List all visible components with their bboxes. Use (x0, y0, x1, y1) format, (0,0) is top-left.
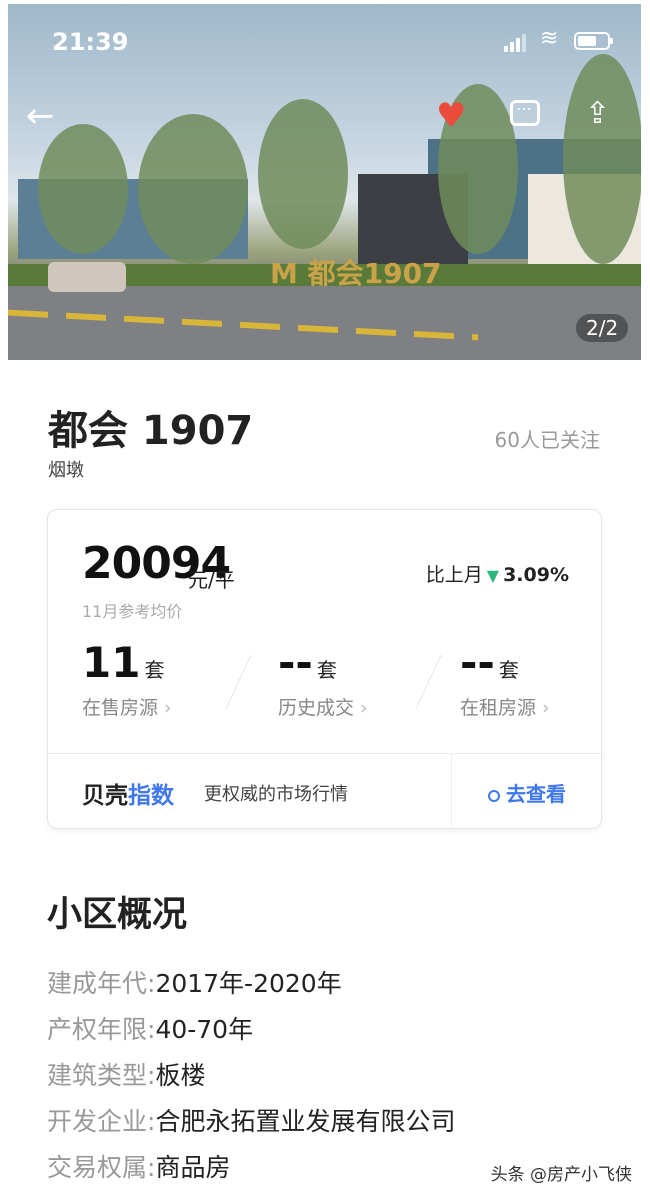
chevron-right-icon: › (360, 697, 368, 719)
followers-count: 60人已关注 (494, 428, 600, 452)
watermark: 头条 @房产小飞侠 (490, 1165, 632, 1185)
project-sign: M 都会1907 (270, 257, 442, 290)
overview-key: 建筑类型: (47, 1061, 156, 1090)
heart-icon[interactable]: ♥ (436, 96, 466, 136)
overview-key: 建成年代: (47, 969, 156, 998)
stat-history[interactable]: -- 套 历史成交 › (278, 638, 438, 720)
stat-for-rent[interactable]: -- 套 在租房源 › (460, 638, 620, 720)
overview-row: 产权年限:40-70年 (47, 1010, 253, 1046)
price-card: 20094 元/平 11月参考均价 比上月 ▼ 3.09% 11 套 在售房源 › --… (47, 509, 602, 829)
wifi-icon: ≋ (540, 26, 559, 51)
index-brand-a: 贝壳 (82, 783, 128, 809)
stat-value: 11 (82, 638, 141, 687)
car (48, 262, 126, 292)
index-brand-b: 指数 (128, 783, 174, 809)
overview-row: 开发企业:合肥永拓置业发展有限公司 (47, 1102, 455, 1138)
stat-label: 历史成交 (278, 697, 355, 719)
stat-label: 在租房源 (460, 697, 537, 719)
circle-icon (488, 789, 500, 802)
battery-icon (574, 32, 613, 50)
price-unit: 元/平 (188, 568, 235, 592)
price-caption: 11月参考均价 (82, 602, 183, 621)
tree (38, 124, 128, 254)
tree (563, 54, 641, 264)
community-name: 都会 1907 (48, 408, 254, 454)
hero-photo[interactable]: M 都会1907 2/2 (8, 4, 641, 360)
community-area: 烟墩 (48, 460, 84, 481)
comment-icon[interactable] (510, 95, 540, 126)
overview-value: 2017年-2020年 (155, 969, 342, 998)
tree (258, 99, 348, 249)
mom-value: 3.09% (503, 564, 569, 586)
share-icon[interactable]: ⇪ (585, 96, 610, 131)
overview-row: 交易权属:商品房 (47, 1148, 230, 1184)
stat-value: -- (278, 638, 313, 687)
overview-value: 板楼 (155, 1061, 206, 1090)
overview-row: 建成年代:2017年-2020年 (47, 964, 342, 1000)
month-over-month: 比上月 ▼ 3.09% (426, 560, 569, 587)
stat-unit: 套 (144, 658, 165, 682)
back-arrow-icon[interactable]: ← (26, 96, 55, 136)
signal-icon (504, 30, 530, 52)
stat-unit: 套 (498, 658, 519, 682)
overview-key: 开发企业: (47, 1107, 156, 1136)
down-triangle-icon: ▼ (486, 566, 500, 585)
chevron-right-icon: › (164, 697, 172, 719)
stat-label: 在售房源 (82, 697, 159, 719)
overview-value: 商品房 (155, 1153, 231, 1182)
beike-index-logo: 贝壳指数 (82, 776, 174, 810)
overview-value: 合肥永拓置业发展有限公司 (155, 1107, 456, 1136)
view-index-label: 去查看 (506, 782, 566, 806)
index-description: 更权威的市场行情 (204, 784, 348, 805)
card-divider (48, 753, 601, 754)
image-pager: 2/2 (576, 314, 629, 342)
overview-row: 建筑类型:板楼 (47, 1056, 205, 1092)
overview-title: 小区概况 (47, 895, 188, 935)
status-time: 21:39 (52, 28, 129, 56)
overview-key: 产权年限: (47, 1015, 156, 1044)
chevron-right-icon: › (542, 697, 550, 719)
overview-value: 40-70年 (155, 1015, 254, 1044)
tree (138, 114, 248, 264)
index-divider (451, 753, 452, 828)
mom-label: 比上月 (425, 564, 483, 586)
stat-value: -- (460, 638, 495, 687)
overview-key: 交易权属: (47, 1153, 156, 1182)
stat-for-sale[interactable]: 11 套 在售房源 › (82, 638, 242, 720)
stat-unit: 套 (316, 658, 337, 682)
view-index-link[interactable]: 去查看 (488, 778, 566, 807)
